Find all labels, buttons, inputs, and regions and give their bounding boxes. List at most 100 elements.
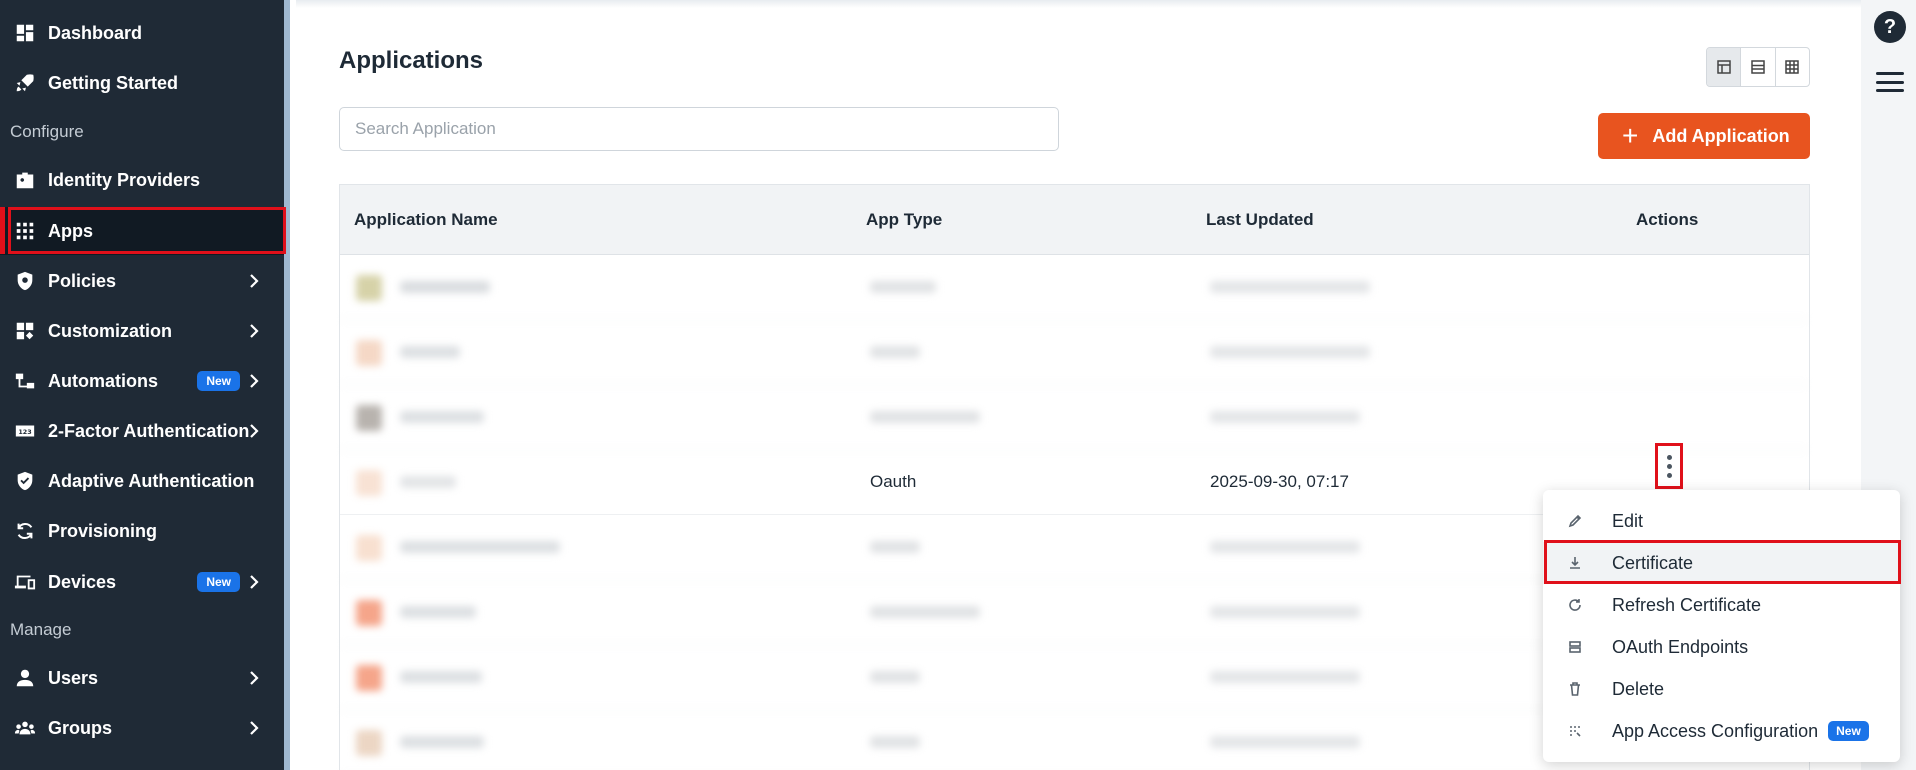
sidebar-item-groups[interactable]: Groups	[0, 704, 284, 752]
app-name-placeholder	[400, 736, 484, 748]
chevron-right-icon	[244, 668, 264, 688]
help-icon[interactable]: ?	[1874, 11, 1906, 43]
policy-shield-icon	[13, 269, 37, 293]
app-logo	[356, 600, 382, 626]
table-row[interactable]	[340, 255, 1809, 320]
menu-item-app-access-configuration[interactable]: App Access Configuration New	[1543, 710, 1900, 752]
sidebar-item-label: Dashboard	[48, 22, 143, 43]
sidebar-item-adaptive-auth[interactable]: Adaptive Authentication	[0, 457, 284, 505]
app-name-placeholder	[400, 346, 460, 358]
top-shadow	[296, 0, 1861, 8]
column-header[interactable]: Application Name	[354, 210, 498, 230]
sidebar-item-dashboard[interactable]: Dashboard	[0, 9, 284, 57]
column-header[interactable]: Last Updated	[1206, 210, 1314, 230]
add-application-button[interactable]: + Add Application	[1598, 113, 1810, 159]
sidebar-item-policies[interactable]: Policies	[0, 257, 284, 305]
date-placeholder	[1210, 606, 1360, 618]
sidebar-item-identity-providers[interactable]: Identity Providers	[0, 156, 284, 204]
app-logo	[356, 275, 382, 301]
endpoints-icon	[1565, 637, 1585, 657]
app-name-placeholder	[400, 281, 490, 293]
new-badge: New	[1828, 721, 1869, 741]
column-header[interactable]: App Type	[866, 210, 942, 230]
kebab-dot	[1666, 454, 1672, 460]
highlight-annotation-apps	[8, 207, 286, 254]
app-name-placeholder	[400, 541, 560, 553]
sidebar-item-label: Devices	[48, 571, 117, 592]
shield-check-icon	[13, 469, 37, 493]
sidebar-item-label: Customization	[48, 320, 172, 341]
list-view-icon	[1751, 60, 1765, 74]
actions-menu: Edit Certificate Refresh Certificate OAu…	[1543, 490, 1900, 762]
menu-item-label: Delete	[1612, 678, 1665, 699]
hamburger-menu-icon[interactable]	[1876, 72, 1904, 92]
chevron-right-icon	[244, 421, 264, 441]
svg-text:123: 123	[18, 428, 31, 436]
groups-icon	[13, 716, 37, 740]
date-placeholder	[1210, 671, 1360, 683]
app-type-placeholder	[870, 541, 920, 553]
app-name-placeholder	[400, 411, 484, 423]
sidebar-item-label: Identity Providers	[48, 169, 201, 190]
menu-item-label: App Access Configuration	[1612, 720, 1819, 741]
date-placeholder	[1210, 736, 1360, 748]
access-config-icon	[1565, 721, 1585, 741]
app-type-placeholder	[870, 736, 920, 748]
table-row[interactable]	[340, 385, 1809, 450]
table-row[interactable]	[340, 320, 1809, 385]
menu-item-refresh-certificate[interactable]: Refresh Certificate	[1543, 584, 1900, 626]
chevron-right-icon	[244, 718, 264, 738]
hamburger-line	[1876, 80, 1904, 84]
sidebar-item-2fa[interactable]: 123 2-Factor Authentication	[0, 407, 284, 455]
grid-view-toggle[interactable]	[1776, 48, 1809, 86]
app-logo	[356, 340, 382, 366]
dashboard-icon	[13, 21, 37, 45]
app-name-placeholder	[400, 476, 456, 488]
sidebar-item-customization[interactable]: Customization	[0, 307, 284, 355]
sidebar-item-getting-started[interactable]: Getting Started	[0, 59, 284, 107]
automation-icon	[13, 369, 37, 393]
refresh-icon	[1565, 595, 1585, 615]
highlight-annotation-certificate	[1544, 540, 1901, 584]
app-type-placeholder	[870, 606, 980, 618]
date-placeholder	[1210, 541, 1360, 553]
date-placeholder	[1210, 411, 1360, 423]
new-badge: New	[197, 572, 240, 592]
list-view-toggle[interactable]	[1741, 48, 1776, 86]
user-icon	[13, 666, 37, 690]
date-placeholder	[1210, 281, 1370, 293]
add-application-label: Add Application	[1652, 125, 1790, 146]
page-title: Applications	[339, 47, 484, 74]
hamburger-line	[1876, 72, 1904, 75]
app-logo	[356, 405, 382, 431]
row-actions-kebab-button[interactable]	[1655, 443, 1683, 489]
sidebar-item-devices[interactable]: Devices New	[0, 558, 284, 606]
menu-item-label: Edit	[1612, 510, 1644, 531]
sidebar-item-automations[interactable]: Automations New	[0, 357, 284, 405]
app-type-placeholder	[870, 346, 920, 358]
view-toggle	[1706, 47, 1810, 87]
menu-item-delete[interactable]: Delete	[1543, 668, 1900, 710]
kebab-dot	[1666, 463, 1672, 469]
plus-icon: +	[1622, 120, 1639, 151]
table-view-toggle[interactable]	[1707, 48, 1742, 86]
app-logo	[356, 535, 382, 561]
app-logo	[356, 730, 382, 756]
menu-item-oauth-endpoints[interactable]: OAuth Endpoints	[1543, 626, 1900, 668]
app-name-placeholder	[400, 606, 476, 618]
sidebar: Dashboard Getting Started Configure Iden…	[0, 0, 290, 770]
sidebar-item-provisioning[interactable]: Provisioning	[0, 507, 284, 555]
active-indicator	[0, 207, 5, 254]
app-name-placeholder	[400, 671, 482, 683]
section-configure: Configure	[10, 122, 84, 141]
section-manage: Manage	[10, 620, 72, 639]
sidebar-item-users[interactable]: Users	[0, 654, 284, 702]
pencil-icon	[1565, 511, 1585, 531]
chevron-right-icon	[244, 572, 264, 592]
rocket-icon	[13, 71, 37, 95]
trash-icon	[1565, 679, 1585, 699]
search-input[interactable]	[339, 107, 1059, 151]
app-type-placeholder	[870, 411, 980, 423]
app-logo	[356, 665, 382, 691]
menu-item-edit[interactable]: Edit	[1543, 500, 1900, 542]
